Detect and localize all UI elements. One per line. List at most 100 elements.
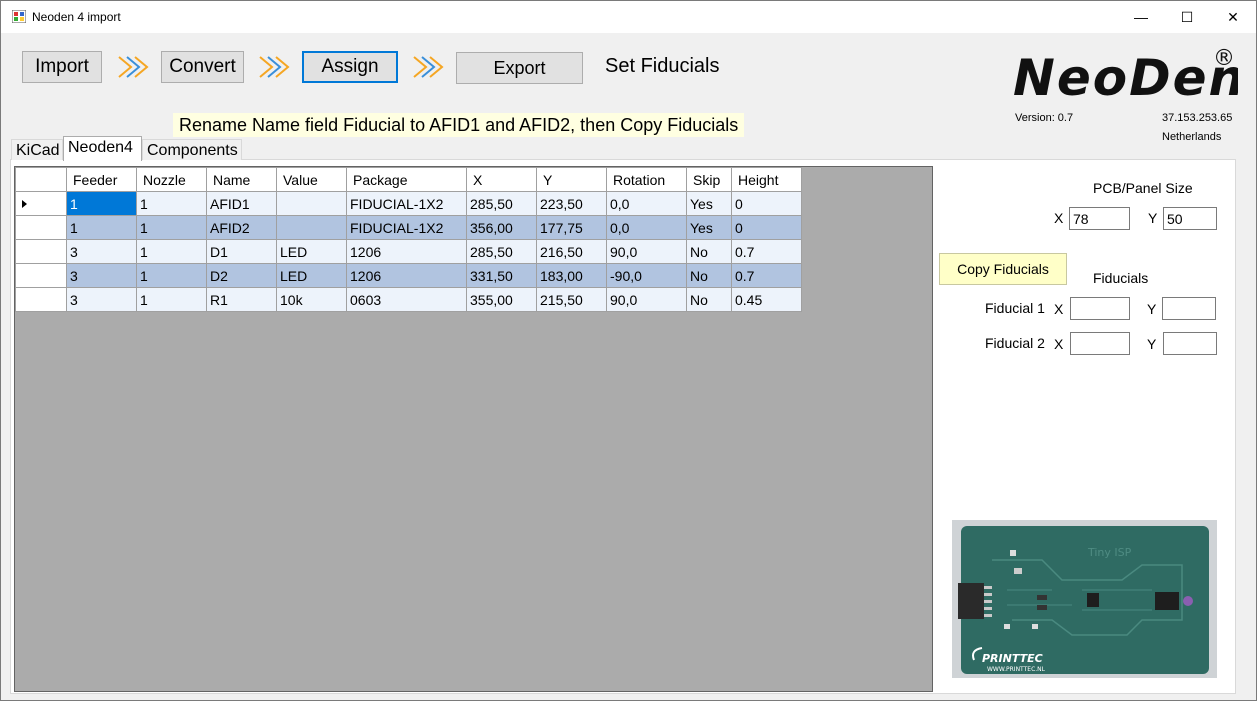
export-button[interactable]: Export	[456, 52, 583, 84]
cell-y[interactable]: 223,50	[536, 191, 607, 216]
table-row[interactable]: 3 1 D1 LED 1206 285,50 216,50 90,0 No 0.…	[15, 239, 802, 264]
pcb-url-text: WWW.PRINTTEC.NL	[987, 666, 1046, 673]
cell-skip[interactable]: Yes	[686, 191, 732, 216]
cell-package[interactable]: 1206	[346, 239, 467, 264]
column-header-nozzle[interactable]: Nozzle	[136, 167, 207, 192]
cell-name[interactable]: R1	[206, 287, 277, 312]
cell-feeder[interactable]: 1	[66, 191, 137, 216]
cell-rotation[interactable]: 90,0	[606, 287, 687, 312]
step-title: Set Fiducials	[605, 55, 720, 77]
tab-kicad[interactable]: KiCad	[11, 139, 63, 160]
minimize-button[interactable]: —	[1118, 1, 1164, 33]
cell-height[interactable]: 0	[731, 191, 802, 216]
tab-neoden4[interactable]: Neoden4	[63, 136, 142, 161]
tab-components[interactable]: Components	[142, 139, 242, 160]
fiducial1-x-input[interactable]	[1070, 297, 1130, 320]
logo-text: NeoDen	[1013, 49, 1238, 105]
assign-button[interactable]: Assign	[302, 51, 398, 83]
column-header-name[interactable]: Name	[206, 167, 277, 192]
row-header[interactable]	[15, 191, 67, 216]
cell-package[interactable]: FIDUCIAL-1X2	[346, 191, 467, 216]
cell-skip[interactable]: No	[686, 263, 732, 288]
cell-name[interactable]: D2	[206, 263, 277, 288]
cell-x[interactable]: 285,50	[466, 239, 537, 264]
cell-nozzle[interactable]: 1	[136, 287, 207, 312]
size-x-label: X	[1054, 210, 1064, 226]
cell-feeder[interactable]: 3	[66, 287, 137, 312]
cell-nozzle[interactable]: 1	[136, 191, 207, 216]
column-header-value[interactable]: Value	[276, 167, 347, 192]
cell-name[interactable]: D1	[206, 239, 277, 264]
table-row[interactable]: 3 1 R1 10k 0603 355,00 215,50 90,0 No 0.…	[15, 287, 802, 312]
data-grid[interactable]: Feeder Nozzle Name Value Package X Y Rot…	[14, 166, 933, 692]
cell-value[interactable]	[276, 215, 347, 240]
cell-x[interactable]: 355,00	[466, 287, 537, 312]
maximize-button[interactable]: ☐	[1164, 1, 1210, 33]
cell-y[interactable]: 183,00	[536, 263, 607, 288]
cell-x[interactable]: 331,50	[466, 263, 537, 288]
column-header-y[interactable]: Y	[536, 167, 607, 192]
cell-name[interactable]: AFID2	[206, 215, 277, 240]
cell-package[interactable]: 1206	[346, 263, 467, 288]
cell-y[interactable]: 177,75	[536, 215, 607, 240]
fiducial1-x-label: X	[1054, 301, 1064, 317]
cell-x[interactable]: 285,50	[466, 191, 537, 216]
column-header-rotation[interactable]: Rotation	[606, 167, 687, 192]
cell-value[interactable]: 10k	[276, 287, 347, 312]
cell-y[interactable]: 215,50	[536, 287, 607, 312]
cell-feeder[interactable]: 1	[66, 215, 137, 240]
cell-value[interactable]: LED	[276, 239, 347, 264]
cell-nozzle[interactable]: 1	[136, 215, 207, 240]
app-icon	[12, 10, 26, 23]
cell-rotation[interactable]: 90,0	[606, 239, 687, 264]
copy-fiducials-button[interactable]: Copy Fiducials	[939, 253, 1067, 285]
cell-package[interactable]: FIDUCIAL-1X2	[346, 215, 467, 240]
cell-height[interactable]: 0.7	[731, 263, 802, 288]
fiducial1-y-input[interactable]	[1162, 297, 1216, 320]
column-header-x[interactable]: X	[466, 167, 537, 192]
column-header-feeder[interactable]: Feeder	[66, 167, 137, 192]
row-header[interactable]	[15, 287, 67, 312]
fiducials-label: Fiducials	[1093, 270, 1149, 286]
title-bar[interactable]: Neoden 4 import — ☐ ✕	[1, 1, 1256, 33]
row-header[interactable]	[15, 215, 67, 240]
cell-name[interactable]: AFID1	[206, 191, 277, 216]
cell-feeder[interactable]: 3	[66, 239, 137, 264]
fiducial2-y-input[interactable]	[1163, 332, 1217, 355]
pcb-preview-image: Tiny ISP PRINTTEC WWW.PRINTTEC.NL	[952, 520, 1217, 678]
cell-rotation[interactable]: 0,0	[606, 215, 687, 240]
column-header-height[interactable]: Height	[731, 167, 802, 192]
cell-nozzle[interactable]: 1	[136, 239, 207, 264]
cell-skip[interactable]: Yes	[686, 215, 732, 240]
chevron-right-icon	[118, 56, 149, 78]
cell-feeder[interactable]: 3	[66, 263, 137, 288]
cell-value[interactable]: LED	[276, 263, 347, 288]
cell-height[interactable]: 0.7	[731, 239, 802, 264]
cell-y[interactable]: 216,50	[536, 239, 607, 264]
convert-button[interactable]: Convert	[161, 51, 244, 83]
cell-height[interactable]: 0.45	[731, 287, 802, 312]
cell-package[interactable]: 0603	[346, 287, 467, 312]
column-header-skip[interactable]: Skip	[686, 167, 732, 192]
row-header[interactable]	[15, 239, 67, 264]
cell-height[interactable]: 0	[731, 215, 802, 240]
row-header[interactable]	[15, 263, 67, 288]
cell-rotation[interactable]: 0,0	[606, 191, 687, 216]
minimize-icon: —	[1134, 9, 1148, 25]
table-row[interactable]: 3 1 D2 LED 1206 331,50 183,00 -90,0 No 0…	[15, 263, 802, 288]
fiducial2-x-input[interactable]	[1070, 332, 1130, 355]
cell-skip[interactable]: No	[686, 287, 732, 312]
panel-size-y-input[interactable]	[1163, 207, 1217, 230]
chevron-right-icon	[413, 56, 444, 78]
close-button[interactable]: ✕	[1210, 1, 1256, 33]
cell-rotation[interactable]: -90,0	[606, 263, 687, 288]
cell-x[interactable]: 356,00	[466, 215, 537, 240]
column-header-package[interactable]: Package	[346, 167, 467, 192]
table-row[interactable]: 1 1 AFID2 FIDUCIAL-1X2 356,00 177,75 0,0…	[15, 215, 802, 240]
import-button[interactable]: Import	[22, 51, 102, 83]
cell-skip[interactable]: No	[686, 239, 732, 264]
table-row[interactable]: 1 1 AFID1 FIDUCIAL-1X2 285,50 223,50 0,0…	[15, 191, 802, 216]
panel-size-x-input[interactable]	[1069, 207, 1130, 230]
cell-nozzle[interactable]: 1	[136, 263, 207, 288]
cell-value[interactable]	[276, 191, 347, 216]
